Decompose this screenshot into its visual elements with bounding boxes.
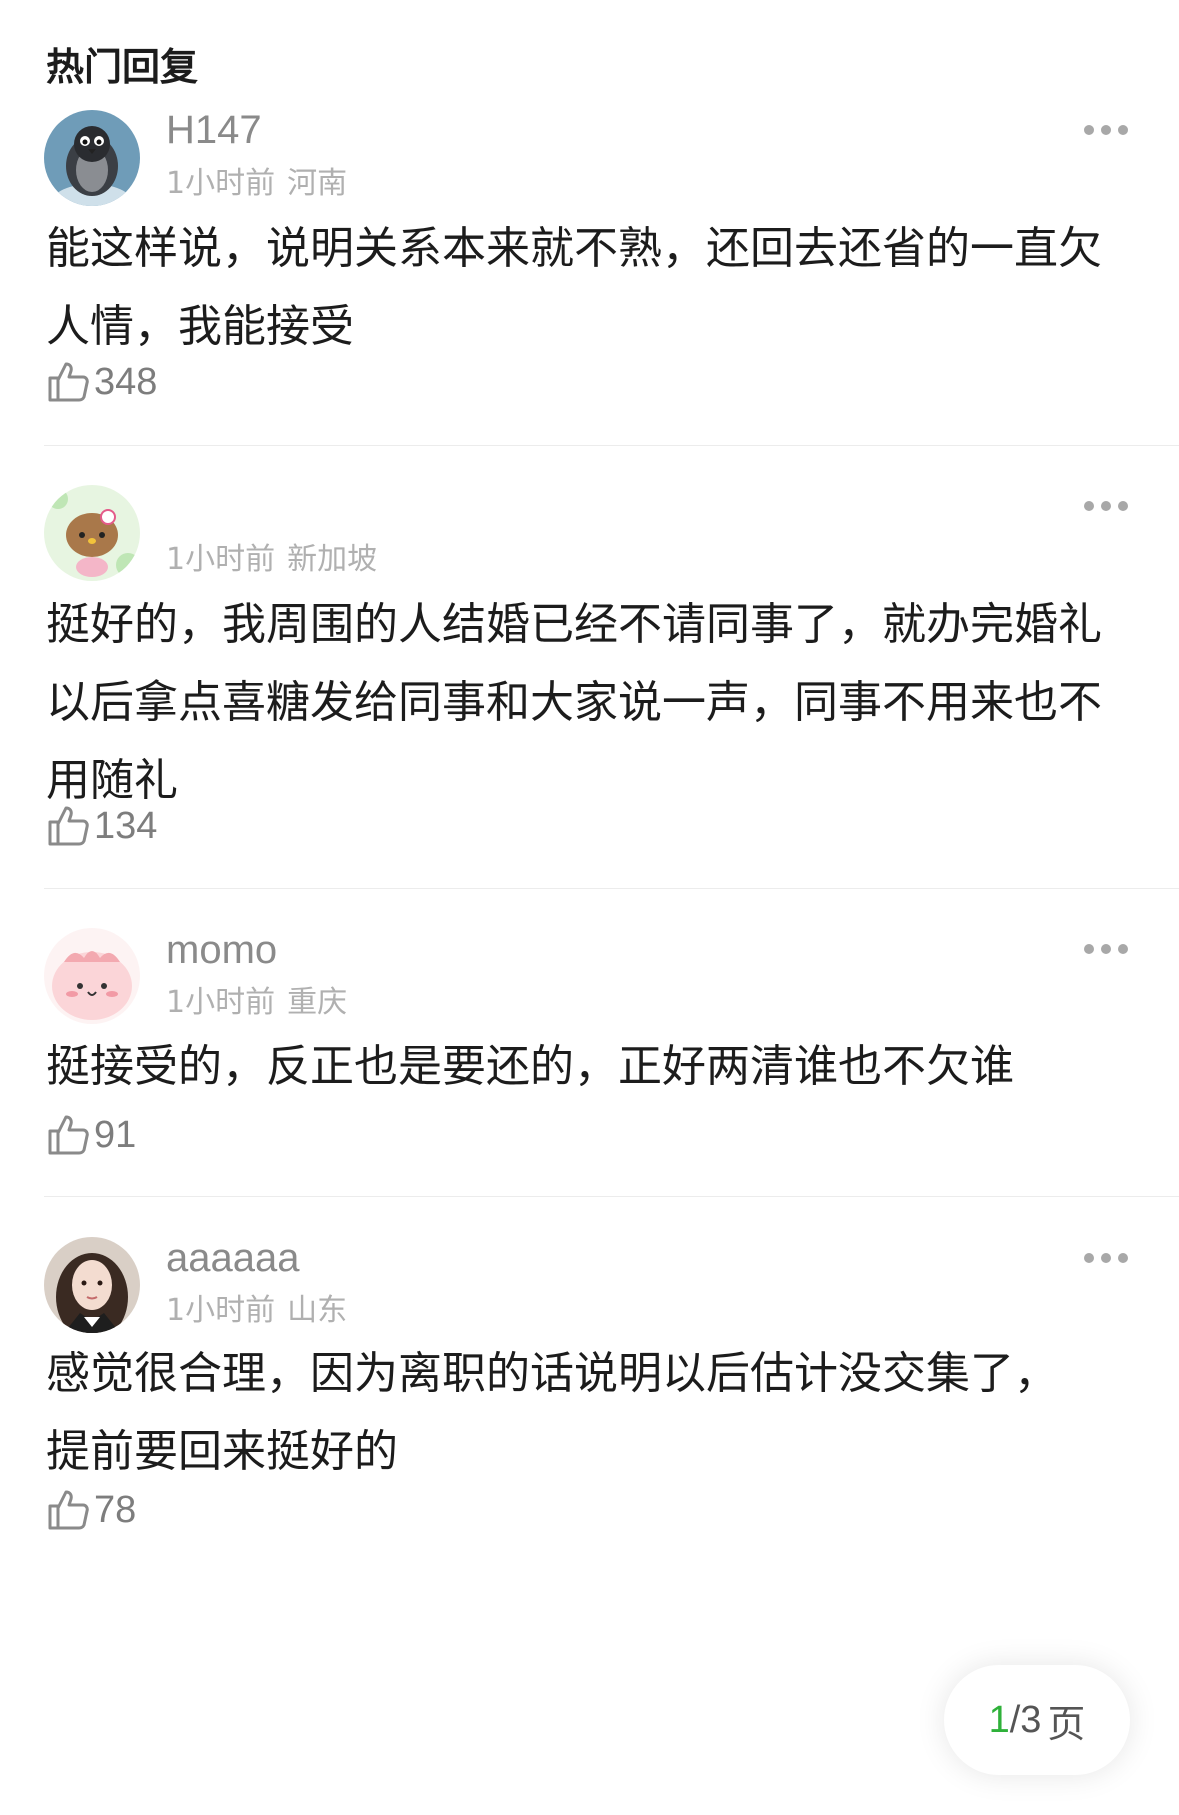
more-dots-icon[interactable] (1084, 499, 1128, 513)
comment-meta: 1小时前 河南 (166, 158, 347, 202)
more-dots-icon[interactable] (1084, 1251, 1128, 1265)
comment-meta: 1小时前 新加坡 (166, 534, 377, 578)
current-page: 1 (988, 1698, 1010, 1741)
avatar[interactable] (44, 485, 140, 581)
comment-location: 山东 (287, 1293, 348, 1328)
thumbs-up-icon (48, 362, 89, 402)
total-pages: /3 (1009, 1698, 1042, 1741)
username[interactable]: H147 (166, 108, 262, 153)
section-title: 热门回复 (46, 45, 199, 89)
avatar[interactable] (44, 1237, 140, 1333)
divider (44, 445, 1179, 446)
like-button[interactable]: 78 (46, 1488, 136, 1532)
comment-text: 感觉很合理，因为离职的话说明以后估计没交集了，提前要回来挺好的 (46, 1348, 1058, 1477)
comment-location: 重庆 (287, 985, 348, 1020)
comment-meta: 1小时前 山东 (166, 1285, 347, 1329)
comment-time: 1小时前 (166, 1293, 276, 1328)
comment-time: 1小时前 (166, 542, 276, 577)
like-count: 78 (94, 1488, 137, 1531)
avatar[interactable] (44, 928, 140, 1024)
username[interactable]: aaaaaa (166, 1236, 299, 1281)
comment-time: 1小时前 (166, 985, 276, 1020)
comment-location: 河南 (287, 166, 348, 201)
more-dots-icon[interactable] (1084, 123, 1128, 137)
thumbs-up-icon (48, 806, 89, 846)
thumbs-up-icon (48, 1115, 89, 1155)
like-button[interactable]: 348 (46, 360, 157, 404)
page-indicator[interactable]: 1/3 页 (944, 1665, 1130, 1775)
divider (44, 888, 1179, 889)
divider (44, 1196, 1179, 1197)
like-button[interactable]: 134 (46, 804, 157, 848)
comment-text: 挺好的，我周围的人结婚已经不请同事了，就办完婚礼以后拿点喜糖发给同事和大家说一声… (46, 599, 1102, 806)
more-dots-icon[interactable] (1084, 942, 1128, 956)
thumbs-up-icon (48, 1490, 89, 1530)
comment-meta: 1小时前 重庆 (166, 977, 347, 1021)
comment-location: 新加坡 (287, 542, 378, 577)
like-count: 134 (94, 804, 158, 847)
like-count: 91 (94, 1113, 137, 1156)
username[interactable]: momo (166, 928, 277, 973)
comment-text: 能这样说，说明关系本来就不熟，还回去还省的一直欠人情，我能接受 (46, 223, 1102, 352)
comment-text: 挺接受的，反正也是要还的，正好两清谁也不欠谁 (46, 1041, 1014, 1092)
like-button[interactable]: 91 (46, 1113, 136, 1157)
page-unit: 页 (1047, 1701, 1086, 1746)
avatar[interactable] (44, 110, 140, 206)
comment-time: 1小时前 (166, 166, 276, 201)
like-count: 348 (94, 360, 158, 403)
